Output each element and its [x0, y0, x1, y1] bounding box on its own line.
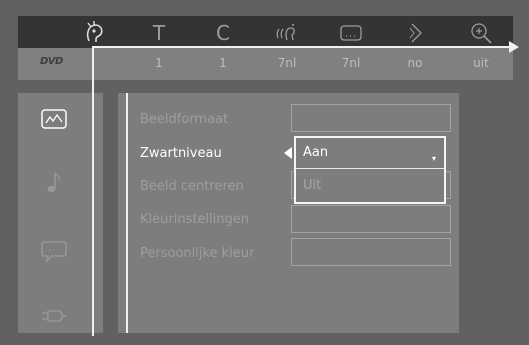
zoom-icon[interactable] [466, 18, 496, 48]
title-value: 1 [155, 56, 163, 70]
zoom-value: uit [473, 56, 489, 70]
setting-label-beeldformaat[interactable]: Beeldformaat [140, 112, 228, 127]
chapter-value: 1 [219, 56, 227, 70]
menu-horizontal-line [94, 46, 513, 48]
top-menu-bar: DVD T C 1 1 7nl 7nl no uit [0, 0, 529, 82]
setting-value-box-beeldformaat[interactable] [291, 104, 451, 132]
chapter-icon[interactable]: C [208, 18, 238, 48]
subtitle-icon[interactable] [336, 18, 366, 48]
chevron-down-icon: ▾ [431, 154, 436, 163]
zwartniveau-dropdown[interactable]: Aan ▾ Uit [294, 136, 446, 204]
setting-label-kleurinstellingen[interactable]: Kleurinstellingen [140, 212, 249, 227]
setting-value-box-kleurinstellingen[interactable] [291, 205, 451, 233]
angle-value: no [407, 56, 423, 70]
audio-language-icon[interactable] [272, 18, 302, 48]
subtitle-value: 7nl [341, 56, 361, 70]
audio-language-value: 7nl [277, 56, 297, 70]
dvd-logo: DVD [40, 56, 63, 67]
setting-label-zwartniveau[interactable]: Zwartniveau [140, 146, 222, 161]
setting-label-persoonlijke-kleur[interactable]: Persoonlijke kleur [140, 246, 254, 261]
settings-panel-line [126, 93, 128, 333]
setting-label-beeld-centreren[interactable]: Beeld centreren [140, 179, 244, 194]
option-aan[interactable]: Aan [303, 145, 328, 160]
option-uit[interactable]: Uit [303, 178, 321, 193]
plug-icon[interactable] [38, 301, 70, 331]
arrow-right-icon [509, 41, 519, 53]
menu-vertical-line [92, 46, 94, 336]
setting-value-box-persoonlijke-kleur[interactable] [291, 238, 451, 266]
picture-settings-icon[interactable] [38, 105, 70, 135]
disc-menu-icon[interactable] [80, 18, 110, 48]
angle-icon[interactable] [400, 18, 430, 48]
dropdown-divider [296, 168, 444, 169]
speech-bubble-icon[interactable] [38, 236, 70, 266]
title-icon[interactable]: T [144, 18, 174, 48]
selection-pointer-icon [284, 147, 292, 159]
side-menu [18, 93, 103, 333]
music-note-icon[interactable] [38, 168, 70, 198]
